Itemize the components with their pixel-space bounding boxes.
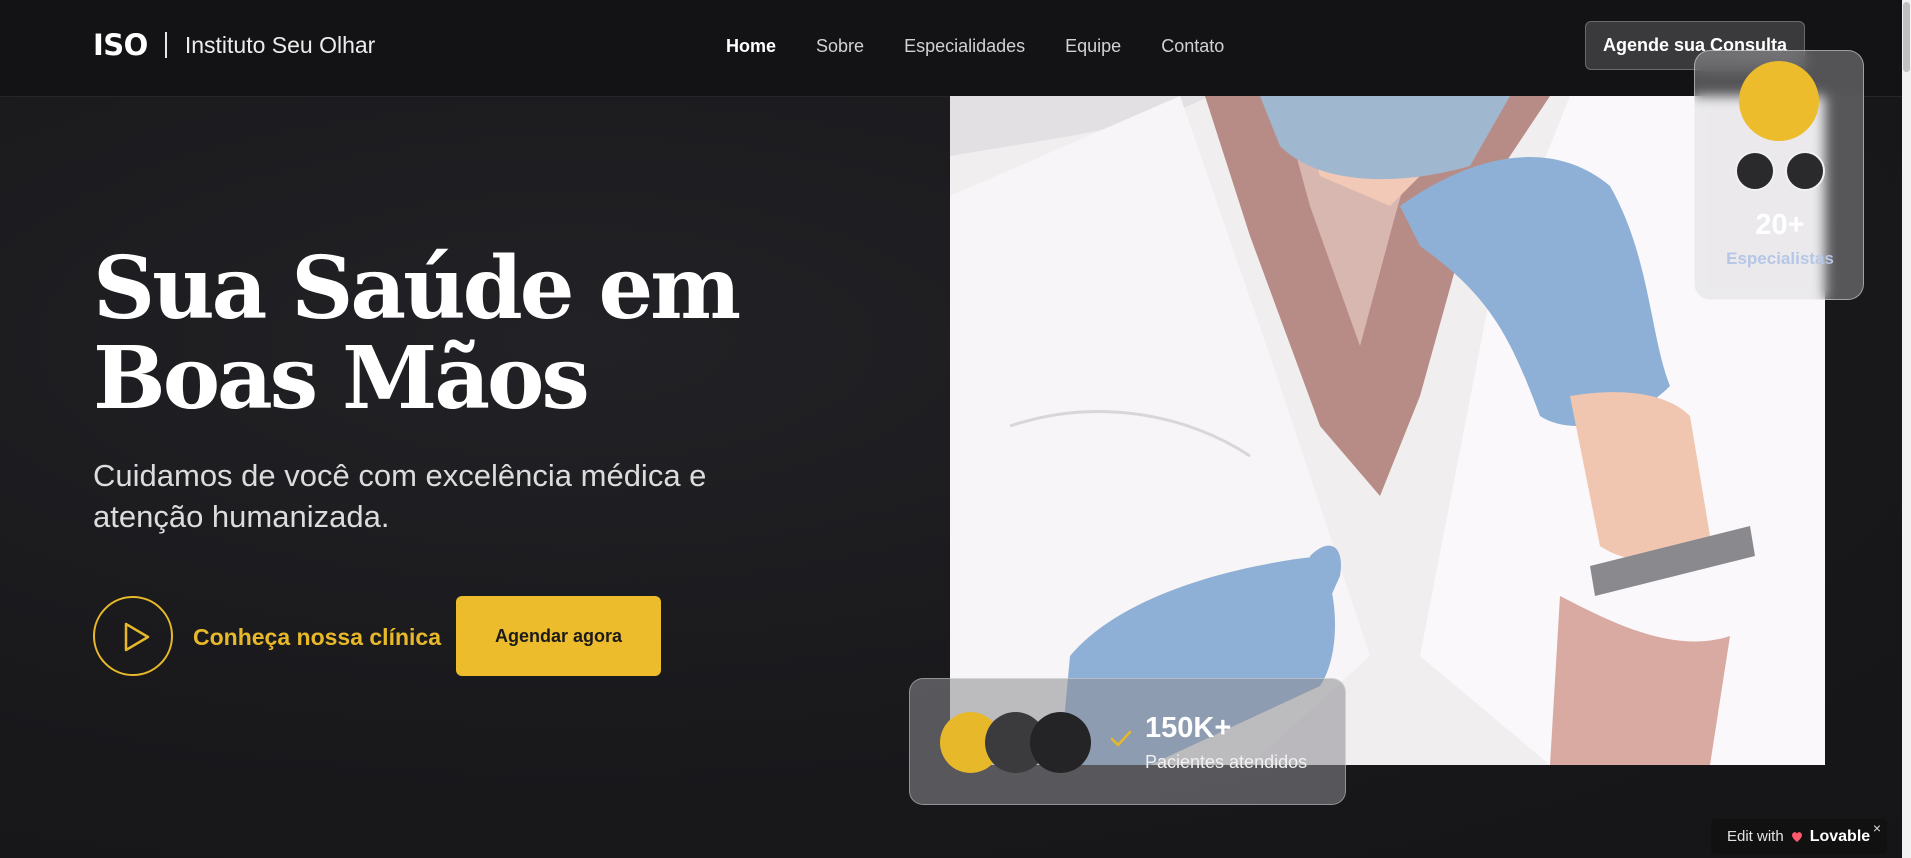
logo[interactable]: ISO Instituto Seu Olhar [93, 28, 375, 62]
logo-divider [164, 32, 167, 58]
lovable-heart-icon [1791, 831, 1802, 842]
site-header: ISO Instituto Seu Olhar Home Sobre Espec… [0, 0, 1911, 97]
play-video-button[interactable] [93, 596, 173, 676]
patients-label: Pacientes atendidos [1145, 752, 1308, 772]
specialist-avatar [1739, 61, 1819, 141]
edit-with-lovable-badge[interactable]: Edit with Lovable × [1711, 819, 1887, 854]
nav-especialidades[interactable]: Especialidades [904, 36, 1025, 57]
nav-equipe[interactable]: Equipe [1065, 36, 1121, 57]
scrollbar-thumb[interactable] [1903, 2, 1910, 72]
specialist-avatar [1785, 151, 1825, 191]
nav-contato[interactable]: Contato [1161, 36, 1224, 57]
check-icon [1110, 730, 1132, 747]
specialist-avatar [1735, 151, 1775, 191]
specialists-label: Especialistas [1726, 249, 1834, 268]
specialists-count: 20+ [1755, 209, 1805, 241]
patients-count: 150K+ [1145, 712, 1232, 744]
patients-card: 150K+ Pacientes atendidos [909, 678, 1346, 805]
logo-name: Instituto Seu Olhar [184, 31, 376, 58]
logo-mark: ISO [93, 28, 148, 62]
main-nav: Home Sobre Especialidades Equipe Contato [726, 36, 1264, 57]
hero-title: Sua Saúde em Boas Mãos [93, 238, 741, 429]
close-icon[interactable]: × [1873, 820, 1881, 836]
patient-avatar [1030, 712, 1091, 773]
hero-subtitle: Cuidamos de você com excelência médica e… [93, 458, 707, 534]
nav-home[interactable]: Home [726, 36, 776, 57]
edit-with-label: Edit with [1727, 828, 1784, 845]
clinic-tour-link[interactable]: Conheça nossa clínica [193, 624, 441, 651]
book-now-button[interactable]: Agendar agora [456, 596, 661, 676]
specialists-card: 20+ Especialistas [1694, 50, 1864, 300]
lovable-brand: Lovable [1809, 827, 1871, 845]
nav-sobre[interactable]: Sobre [816, 36, 864, 57]
scrollbar-track[interactable] [1902, 0, 1911, 858]
play-icon [124, 622, 150, 652]
